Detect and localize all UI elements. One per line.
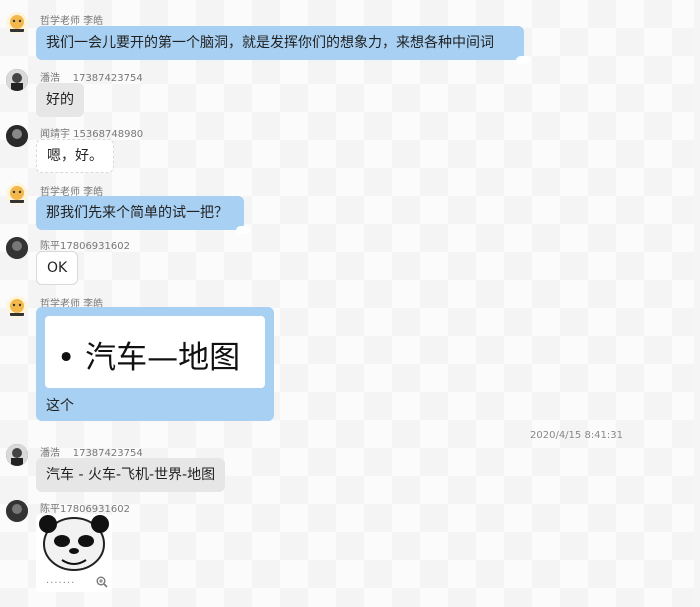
message-text: 好的 bbox=[46, 92, 74, 108]
sender-name: 闻靖宇 15368748980 bbox=[40, 129, 144, 140]
message-timestamp: 2020/4/15 8:41:31 bbox=[530, 430, 624, 441]
panda-face-icon bbox=[39, 515, 109, 571]
avatar-chenping[interactable] bbox=[6, 500, 28, 522]
panda-meme-sticker[interactable]: ······· bbox=[36, 514, 112, 592]
message-bubble[interactable]: 那我们先来个简单的试一把？ bbox=[36, 196, 250, 234]
message-bubble[interactable]: 汽车 - 火车-飞机-世界-地图 bbox=[36, 458, 226, 492]
message-bubble[interactable]: 我们一会儿要开的第一个脑洞，就是发挥你们的想象力，来想各种中间词 bbox=[36, 26, 530, 64]
sender-name: 潘浩 17387423754 bbox=[40, 448, 143, 459]
slide-image[interactable]: • 汽车—地图 bbox=[45, 316, 265, 388]
message-text: 那我们先来个简单的试一把？ bbox=[46, 205, 228, 221]
sender-name: 陈平17806931602 bbox=[40, 504, 130, 515]
avatar-panhao[interactable] bbox=[6, 444, 28, 466]
sender-name: 陈平17806931602 bbox=[40, 241, 130, 252]
avatar-teacher[interactable] bbox=[6, 296, 28, 318]
loading-dots: ······· bbox=[46, 578, 76, 589]
avatar-wenjingyu[interactable] bbox=[6, 125, 28, 147]
message-text: 我们一会儿要开的第一个脑洞，就是发挥你们的想象力，来想各种中间词 bbox=[46, 35, 494, 51]
avatar-teacher[interactable] bbox=[6, 183, 28, 205]
avatar-panhao[interactable] bbox=[6, 69, 28, 91]
scrollbar-track[interactable] bbox=[694, 0, 700, 607]
message-bubble[interactable]: 嗯，好。 bbox=[36, 139, 114, 173]
message-text: OK bbox=[47, 260, 68, 276]
message-bubble[interactable]: OK bbox=[36, 251, 79, 285]
message-text: 这个 bbox=[46, 398, 74, 414]
avatar-chenping[interactable] bbox=[6, 237, 28, 259]
slide-text: • 汽车—地图 bbox=[57, 340, 241, 376]
message-bubble[interactable]: 好的 bbox=[36, 83, 84, 117]
image-message-card[interactable]: • 汽车—地图 这个 bbox=[36, 307, 274, 421]
bubble-cloud-decoration bbox=[236, 226, 250, 234]
message-text: 汽车 - 火车-飞机-世界-地图 bbox=[46, 467, 216, 483]
message-text: 嗯，好。 bbox=[47, 148, 103, 164]
avatar-teacher[interactable] bbox=[6, 12, 28, 34]
bubble-cloud-decoration bbox=[516, 56, 530, 64]
sender-name: 潘浩 17387423754 bbox=[40, 73, 143, 84]
magnifier-plus-icon[interactable] bbox=[96, 576, 108, 591]
sender-name: 哲学老师 李皓 bbox=[40, 16, 104, 27]
